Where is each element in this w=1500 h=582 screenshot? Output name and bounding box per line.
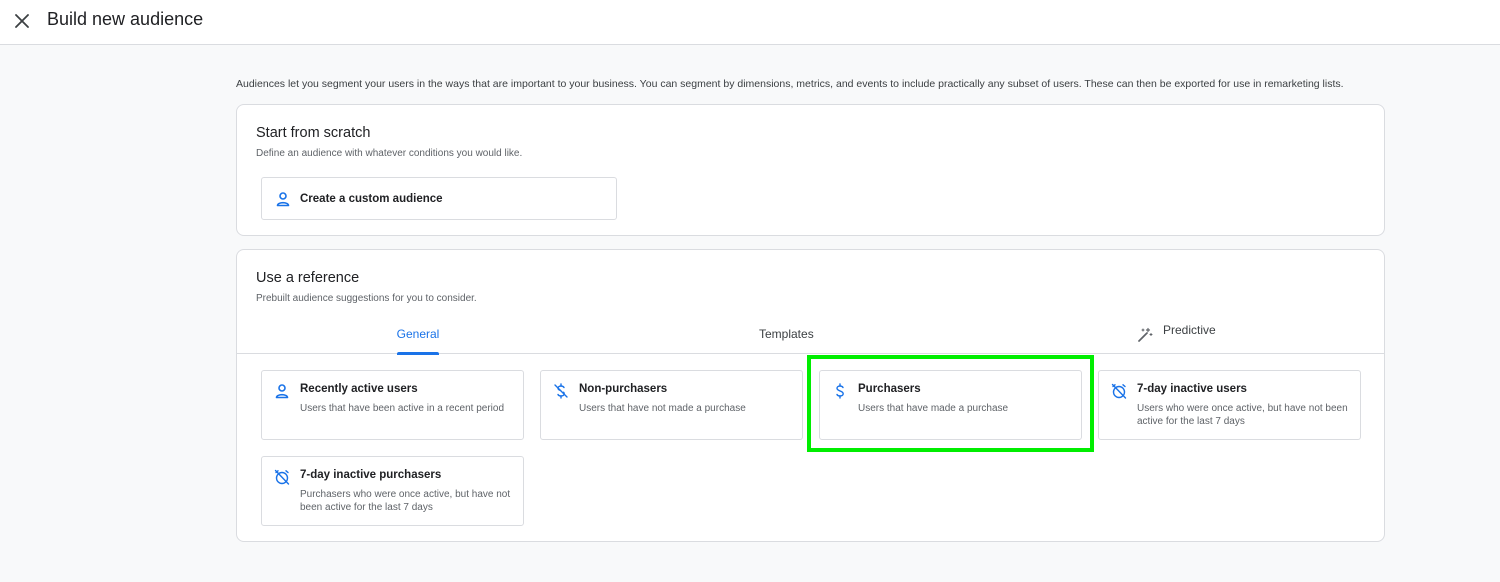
tab-predictive[interactable]: Predictive	[1137, 320, 1216, 354]
audience-option-7-day-inactive-purchasers[interactable]: 7-day inactive purchasers Purchasers who…	[261, 456, 524, 526]
start-from-scratch-card: Start from scratch Define an audience wi…	[236, 104, 1385, 236]
close-button[interactable]	[9, 8, 35, 34]
audience-option-recently-active-users[interactable]: Recently active users Users that have be…	[261, 370, 524, 440]
audience-option-non-purchasers[interactable]: Non-purchasers Users that have not made …	[540, 370, 803, 440]
close-icon	[15, 14, 29, 28]
page-title: Build new audience	[47, 9, 204, 29]
magic-wand-icon	[1138, 327, 1153, 342]
audience-option-title: Purchasers	[858, 383, 921, 395]
tab-predictive-label: Predictive	[1163, 323, 1216, 337]
audience-option-7-day-inactive-users[interactable]: 7-day inactive users Users who were once…	[1098, 370, 1361, 440]
dollar-icon	[836, 383, 844, 399]
top-bar: Build new audience	[0, 0, 1500, 45]
use-a-reference-card: Use a reference Prebuilt audience sugges…	[236, 249, 1385, 542]
create-custom-audience-label: Create a custom audience	[300, 192, 443, 205]
audience-option-description: Users that have been active in a recent …	[300, 403, 505, 414]
audience-option-description: Users that have not made a purchase	[579, 403, 746, 414]
audience-option-description: Users who were once active, but have not…	[1137, 403, 1348, 427]
audience-option-purchasers[interactable]: Purchasers Users that have made a purcha…	[819, 370, 1082, 440]
audience-option-title: 7-day inactive purchasers	[300, 469, 442, 481]
active-tab-indicator	[397, 352, 439, 355]
scratch-title: Start from scratch	[256, 125, 371, 141]
audience-option-title: 7-day inactive users	[1137, 383, 1247, 395]
person-icon	[276, 191, 290, 206]
reference-subtitle: Prebuilt audience suggestions for you to…	[256, 293, 477, 304]
audience-option-description: Purchasers who were once active, but hav…	[300, 489, 511, 513]
reference-tabs: General Templates Predictive	[237, 320, 1384, 355]
tab-general-label: General	[396, 327, 440, 341]
intro-text: Audiences let you segment your users in …	[236, 78, 1344, 90]
scratch-subtitle: Define an audience with whatever conditi…	[256, 148, 523, 159]
audience-option-description: Users that have made a purchase	[858, 403, 1009, 414]
money-off-icon	[554, 383, 568, 399]
tab-templates[interactable]: Templates	[759, 320, 814, 354]
tab-general[interactable]: General	[396, 320, 440, 355]
audience-option-title: Recently active users	[300, 383, 418, 395]
tab-templates-label: Templates	[759, 327, 814, 341]
create-custom-audience-button[interactable]: Create a custom audience	[261, 177, 617, 220]
alarm-off-icon	[1111, 383, 1127, 399]
person-icon	[275, 384, 289, 399]
alarm-off-icon	[274, 469, 290, 485]
audience-option-title: Non-purchasers	[579, 383, 668, 395]
reference-title: Use a reference	[256, 270, 360, 286]
